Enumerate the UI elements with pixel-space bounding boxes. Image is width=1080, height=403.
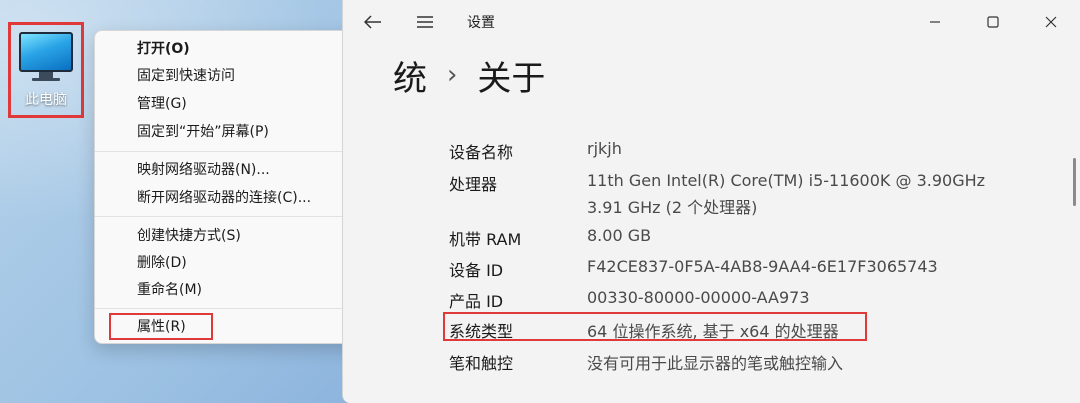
menu-item-delete[interactable]: 删除(D): [137, 252, 187, 274]
spec-label-ram: 机带 RAM: [449, 230, 522, 249]
back-arrow-icon[interactable]: [359, 8, 387, 36]
desktop-icon-highlight-box: [8, 22, 84, 118]
spec-value-pen-touch: 没有可用于此显示器的笔或触控输入: [587, 354, 844, 373]
spec-label-device-id: 设备 ID: [449, 261, 504, 280]
menu-item-pin-start[interactable]: 固定到“开始”屏幕(P): [137, 121, 269, 143]
properties-highlight-box: [109, 313, 213, 340]
window-title: 设置: [467, 15, 495, 31]
spec-label-processor: 处理器: [449, 175, 498, 194]
menu-item-pin-quick-access[interactable]: 固定到快速访问: [137, 65, 235, 87]
close-icon[interactable]: [1037, 8, 1065, 36]
this-pc-desktop-icon[interactable]: 此电脑: [8, 22, 84, 118]
breadcrumb-parent[interactable]: 统: [393, 51, 427, 100]
spec-value-processor-speed: 3.91 GHz (2 个处理器): [587, 198, 758, 217]
menu-item-map-drive[interactable]: 映射网络驱动器(N)...: [137, 159, 270, 181]
maximize-icon[interactable]: [979, 8, 1007, 36]
menu-item-create-shortcut[interactable]: 创建快捷方式(S): [137, 225, 241, 247]
spec-label-product-id: 产品 ID: [449, 292, 504, 311]
title-bar: 设置: [343, 0, 1080, 44]
spec-label-device-name: 设备名称: [449, 143, 514, 162]
spec-value-device-name: rjkjh: [587, 139, 622, 158]
spec-value-product-id: 00330-80000-00000-AA973: [587, 288, 810, 307]
menu-item-open[interactable]: 打开(O): [137, 38, 190, 60]
settings-window: 设置 统 › 关于 设备名称 rjkjh 处理器 11th Gen Intel(…: [342, 0, 1080, 403]
minimize-icon[interactable]: [921, 8, 949, 36]
menu-item-disconnect-drive[interactable]: 断开网络驱动器的连接(C)...: [137, 187, 311, 209]
spec-value-ram: 8.00 GB: [587, 226, 652, 245]
spec-value-device-id: F42CE837-0F5A-4AB8-9AA4-6E17F3065743: [587, 257, 938, 276]
spec-value-processor: 11th Gen Intel(R) Core(TM) i5-11600K @ 3…: [587, 171, 986, 190]
spec-label-pen-touch: 笔和触控: [449, 354, 514, 373]
scrollbar-thumb[interactable]: [1073, 158, 1076, 206]
chevron-right-icon: ›: [447, 60, 458, 90]
hamburger-menu-icon[interactable]: [411, 8, 439, 36]
system-type-highlight-box: [443, 312, 867, 341]
menu-item-manage[interactable]: 管理(G): [137, 93, 187, 115]
menu-item-rename[interactable]: 重命名(M): [137, 279, 202, 301]
page-title: 关于: [477, 58, 546, 99]
breadcrumb: 统 › 关于: [393, 50, 545, 100]
